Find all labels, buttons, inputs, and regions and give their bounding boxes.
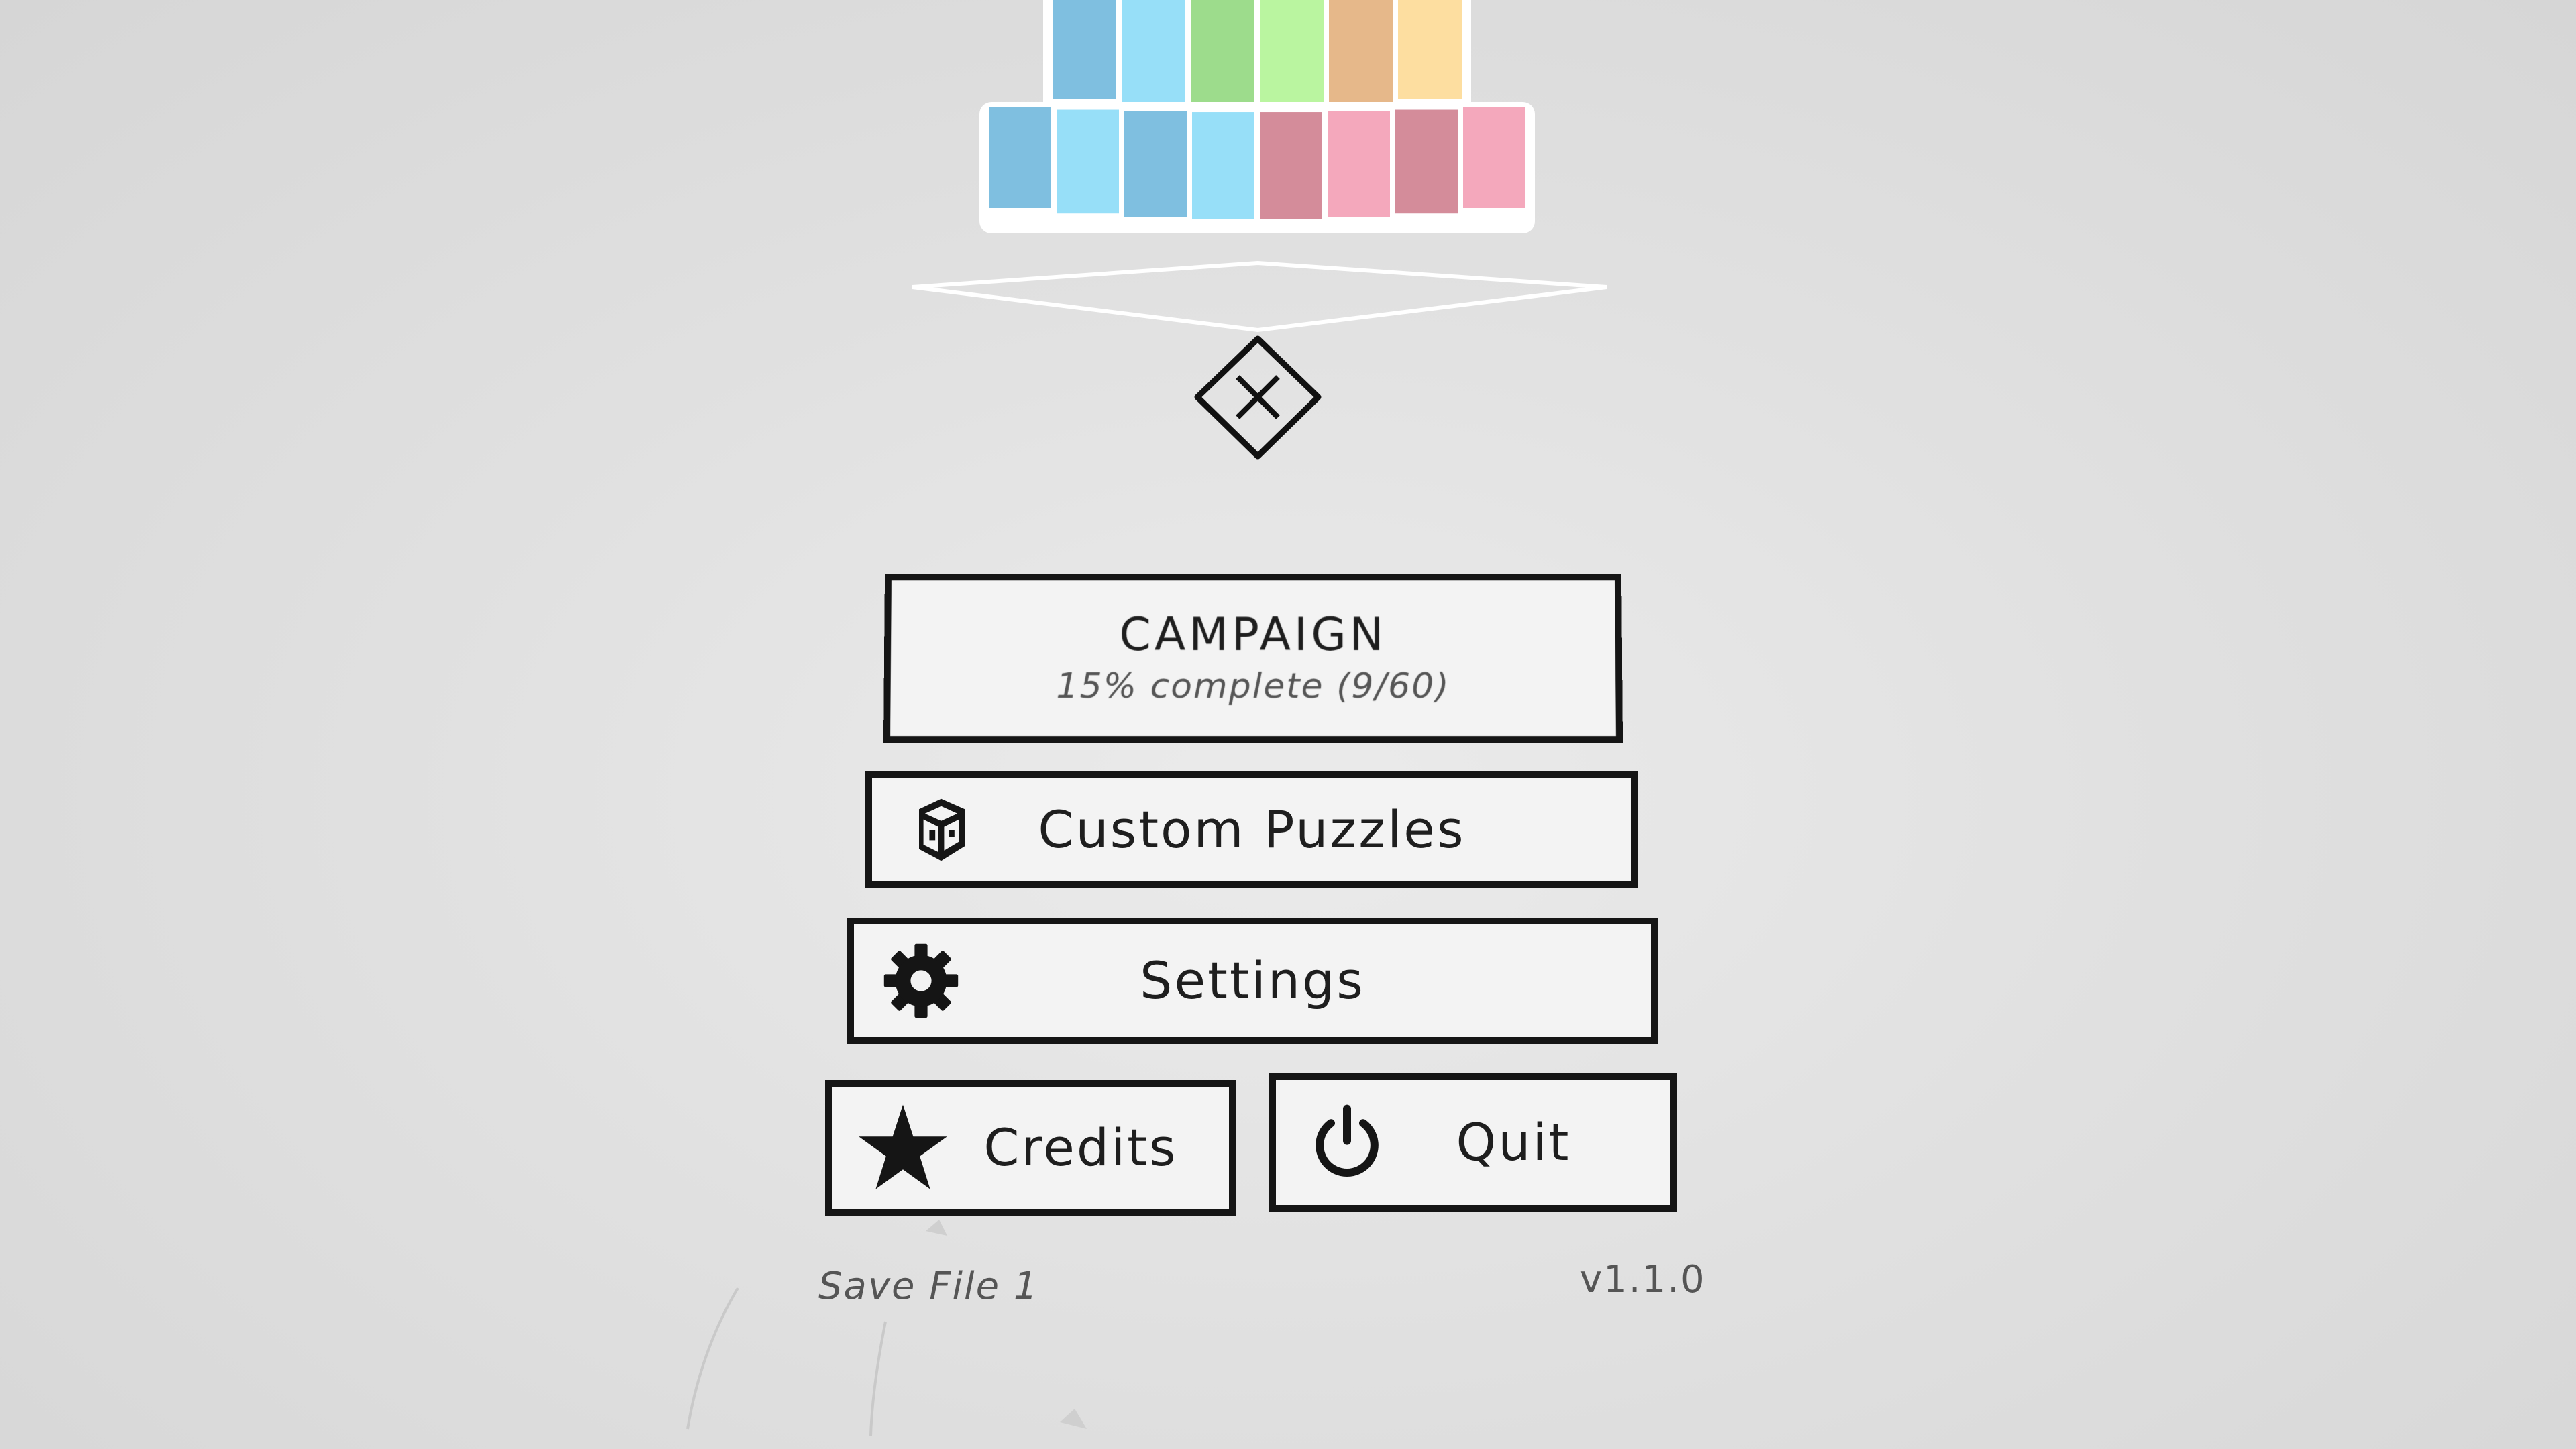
game-logo [912, 0, 1607, 460]
logo-block [1328, 111, 1390, 217]
credits-label: Credits [983, 1118, 1178, 1177]
quit-button[interactable]: Quit [1269, 1073, 1677, 1212]
logo-block [1463, 107, 1525, 208]
version-label: v1.1.0 [1580, 1258, 1706, 1301]
logo-block [1053, 0, 1116, 99]
logo-block [1124, 111, 1187, 217]
logo-block [1260, 0, 1324, 104]
quit-label: Quit [1456, 1112, 1571, 1172]
logo-platform-outline [912, 260, 1607, 333]
cube-icon [904, 793, 978, 867]
campaign-progress-text: 15% complete (9/60) [1056, 665, 1450, 707]
logo-block [989, 107, 1051, 208]
settings-label: Settings [1140, 951, 1365, 1010]
logo-block [1395, 109, 1458, 214]
logo-block [1398, 0, 1462, 99]
logo-bottom-row [979, 102, 1535, 233]
close-icon[interactable] [1194, 335, 1322, 460]
logo-block [1192, 112, 1254, 219]
logo-top-row [1043, 0, 1471, 115]
campaign-title: CAMPAIGN [1119, 608, 1387, 661]
power-icon [1307, 1102, 1387, 1183]
logo-block [1122, 0, 1185, 103]
main-menu-screen: CAMPAIGN 15% complete (9/60) Custom Puzz… [0, 0, 2576, 1449]
logo-block [1329, 0, 1393, 103]
settings-button[interactable]: Settings [847, 918, 1658, 1044]
campaign-button[interactable]: CAMPAIGN 15% complete (9/60) [883, 574, 1623, 743]
star-icon [856, 1101, 950, 1195]
custom-puzzles-label: Custom Puzzles [1038, 800, 1466, 859]
credits-button[interactable]: Credits [825, 1080, 1236, 1216]
logo-block [1191, 0, 1254, 104]
gear-icon [881, 941, 961, 1021]
logo-block [1057, 109, 1119, 214]
custom-puzzles-button[interactable]: Custom Puzzles [865, 771, 1638, 888]
background-decoration [686, 1220, 1087, 1436]
logo-block [1260, 112, 1322, 219]
